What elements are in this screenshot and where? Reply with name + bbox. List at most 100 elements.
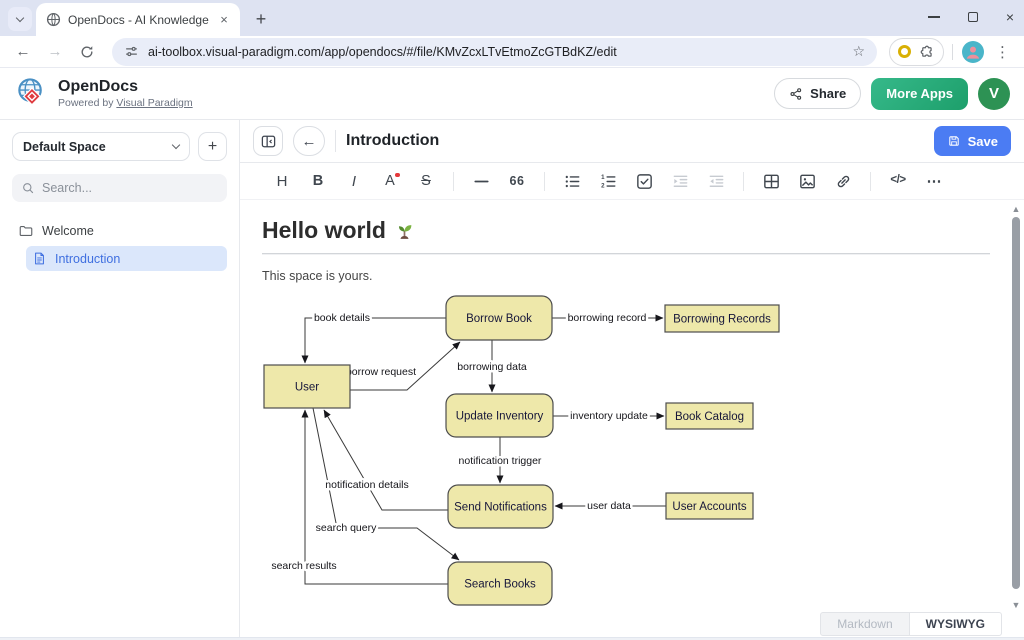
- diagram-edge-label-notification-trigger: notification trigger: [459, 455, 542, 467]
- back-button[interactable]: ←: [293, 126, 325, 156]
- wysiwyg-mode-button[interactable]: WYSIWYG: [909, 612, 1002, 636]
- window-maximize-button[interactable]: [968, 12, 978, 22]
- app-header: OpenDocs Powered by Visual Paradigm Shar…: [0, 68, 1024, 120]
- save-icon: [947, 134, 961, 148]
- tab-close-icon[interactable]: ×: [216, 12, 232, 28]
- svg-text:Book Catalog: Book Catalog: [675, 411, 744, 423]
- browser-navbar: ← → ai-toolbox.visual-paradigm.com/app/o…: [0, 36, 1024, 68]
- document-tree: Welcome Introduction: [12, 218, 227, 271]
- search-input[interactable]: [42, 181, 218, 195]
- horizontal-rule-icon[interactable]: [467, 168, 496, 195]
- diagram-edge-label-borrowing-data: borrowing data: [457, 361, 527, 373]
- strikethrough-icon[interactable]: S: [412, 168, 441, 195]
- font-color-icon[interactable]: A: [376, 168, 405, 195]
- scrollbar-thumb[interactable]: [1012, 217, 1020, 589]
- italic-icon[interactable]: I: [340, 168, 369, 195]
- scrollbar-up-icon[interactable]: ▲: [1009, 204, 1023, 214]
- diagram-node-borrow-book[interactable]: Borrow Book: [446, 296, 552, 340]
- url-text[interactable]: ai-toolbox.visual-paradigm.com/app/opend…: [148, 45, 843, 59]
- address-bar[interactable]: ai-toolbox.visual-paradigm.com/app/opend…: [112, 38, 877, 66]
- link-icon[interactable]: [829, 168, 858, 195]
- dataflow-diagram[interactable]: book detailsborrowing recordborrow reque…: [240, 285, 1024, 612]
- indent-icon: [666, 168, 695, 195]
- sidebar-search[interactable]: [12, 174, 227, 202]
- diagram-edge-label-user-data: user data: [587, 500, 631, 512]
- svg-text:Borrow Book: Borrow Book: [466, 313, 532, 325]
- diagram-node-book-catalog[interactable]: Book Catalog: [666, 403, 753, 429]
- seedling-emoji: [394, 220, 415, 241]
- doc-title: Introduction: [346, 132, 439, 150]
- more-apps-button[interactable]: More Apps: [871, 78, 968, 110]
- window-close-button[interactable]: ×: [1006, 9, 1014, 25]
- document-icon: [32, 251, 47, 266]
- diagram-node-user-accounts[interactable]: User Accounts: [666, 493, 753, 519]
- site-settings-icon[interactable]: [124, 44, 139, 59]
- sidebar-item-welcome[interactable]: Welcome: [12, 218, 227, 243]
- sidebar-item-introduction[interactable]: Introduction: [26, 246, 227, 271]
- user-avatar[interactable]: V: [978, 78, 1010, 110]
- puzzle-extensions-icon[interactable]: [919, 44, 935, 60]
- diagram-edge-label-search-query: search query: [316, 522, 377, 534]
- search-icon: [21, 181, 35, 195]
- image-icon[interactable]: [793, 168, 822, 195]
- diagram-node-update-inventory[interactable]: Update Inventory: [446, 394, 553, 437]
- divider: [952, 44, 953, 60]
- space-selector[interactable]: Default Space: [12, 132, 190, 161]
- editor-content[interactable]: Hello world This space is yours. book de…: [240, 200, 1024, 612]
- browser-tab-strip: OpenDocs - AI Knowledge Base × + ×: [0, 0, 1024, 36]
- share-button[interactable]: Share: [774, 78, 861, 109]
- doc-paragraph: This space is yours.: [262, 269, 990, 283]
- app-name: OpenDocs: [58, 78, 193, 96]
- bookmark-star-icon[interactable]: ☆: [852, 43, 865, 60]
- more-icon[interactable]: ⋯: [920, 168, 949, 195]
- heading-icon[interactable]: H: [268, 168, 297, 195]
- bullet-list-icon[interactable]: [558, 168, 587, 195]
- task-list-icon[interactable]: [630, 168, 659, 195]
- refresh-icon[interactable]: [74, 39, 100, 65]
- svg-text:User: User: [295, 382, 319, 394]
- browser-tab[interactable]: OpenDocs - AI Knowledge Base ×: [36, 3, 240, 36]
- tab-search-button[interactable]: [8, 7, 32, 31]
- bold-icon[interactable]: B: [304, 168, 333, 195]
- editor-footer: Markdown WYSIWYG: [240, 612, 1024, 640]
- browser-profile-avatar[interactable]: [961, 40, 985, 64]
- extension-badge-icon[interactable]: [898, 45, 911, 58]
- add-space-button[interactable]: +: [198, 132, 227, 161]
- browser-menu-icon[interactable]: ⋮: [991, 43, 1014, 61]
- save-button[interactable]: Save: [934, 126, 1011, 156]
- ordered-list-icon[interactable]: 12: [594, 168, 623, 195]
- quote-icon[interactable]: 66: [503, 168, 532, 195]
- new-tab-button[interactable]: +: [248, 6, 274, 32]
- diagram-edge-label-search-results: search results: [271, 560, 336, 572]
- diagram-edge-label-notification-details: notification details: [325, 479, 408, 491]
- sidebar: Default Space + Welcome Introduction: [0, 120, 240, 640]
- scrollbar-down-icon[interactable]: ▼: [1009, 600, 1023, 610]
- diagram-node-search-books[interactable]: Search Books: [448, 562, 552, 605]
- tree-item-label: Welcome: [42, 224, 94, 238]
- diagram-edge-book-details: [305, 318, 446, 363]
- forward-icon[interactable]: →: [42, 39, 68, 65]
- back-icon[interactable]: ←: [10, 39, 36, 65]
- toolbar-divider: [453, 172, 454, 191]
- editor-scrollbar[interactable]: ▲ ▼: [1009, 202, 1023, 610]
- diagram-node-borrowing-records[interactable]: Borrowing Records: [665, 305, 779, 332]
- svg-text:User Accounts: User Accounts: [672, 501, 746, 513]
- diagram-edge-label-inventory-update: inventory update: [570, 410, 648, 422]
- markdown-mode-button[interactable]: Markdown: [820, 612, 909, 636]
- chevron-down-icon: [16, 13, 24, 21]
- visual-paradigm-link[interactable]: Visual Paradigm: [116, 97, 192, 109]
- toggle-sidebar-button[interactable]: [253, 126, 283, 156]
- svg-text:2: 2: [601, 182, 605, 189]
- table-icon[interactable]: [757, 168, 786, 195]
- diagram-node-user[interactable]: User: [264, 365, 350, 408]
- diagram-edge-notification-details: [324, 410, 448, 510]
- diagram-edge-label-borrow-request: borrow request: [346, 366, 416, 378]
- diagram-node-send-notifications[interactable]: Send Notifications: [448, 485, 553, 528]
- svg-text:Send Notifications: Send Notifications: [454, 502, 547, 514]
- window-minimize-button[interactable]: [928, 16, 940, 17]
- globe-favicon-icon: [46, 12, 61, 27]
- code-icon[interactable]: </>: [884, 168, 913, 195]
- diagram-edge-label-book-details: book details: [314, 312, 370, 324]
- panel-left-icon: [260, 133, 277, 150]
- doc-heading: Hello world: [262, 217, 990, 244]
